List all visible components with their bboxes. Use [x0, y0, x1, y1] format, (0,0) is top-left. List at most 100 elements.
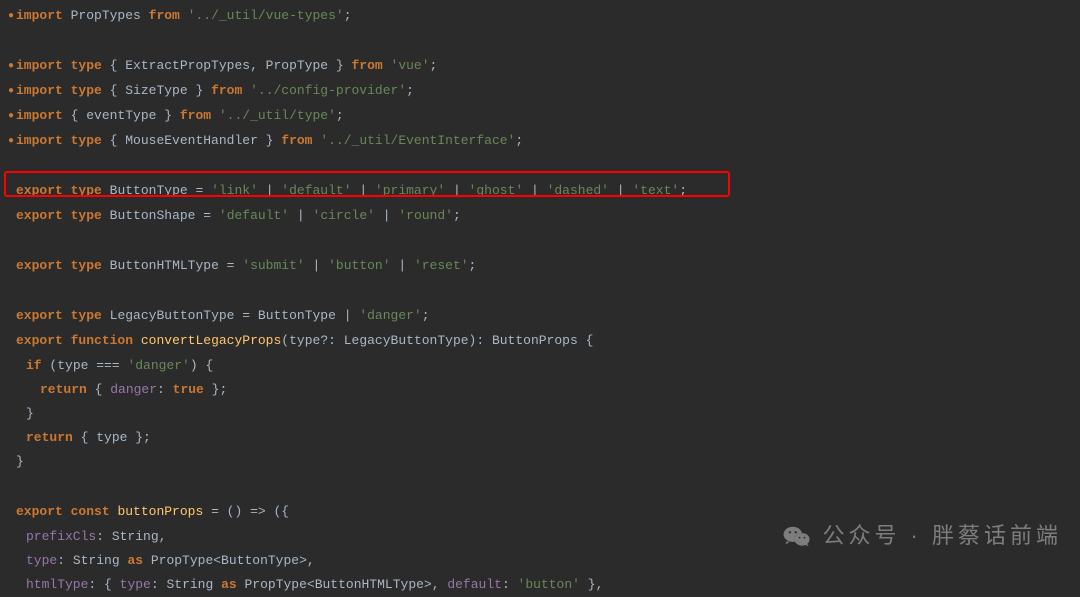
token-kw: function	[71, 333, 133, 348]
token-str: 'reset'	[414, 258, 469, 273]
token-kw: import	[16, 58, 63, 73]
token-kw: import	[16, 133, 63, 148]
code-line: return { type };	[4, 426, 1080, 450]
gutter-spacer	[8, 451, 16, 475]
token-str: 'text'	[632, 183, 679, 198]
token-punc: ;	[515, 133, 523, 148]
token-kw: type	[71, 258, 102, 273]
gutter-spacer	[8, 155, 16, 179]
token-plain	[102, 208, 110, 223]
token-plain: :	[502, 577, 518, 592]
gutter-spacer	[8, 476, 16, 500]
token-plain	[63, 333, 71, 348]
gutter-spacer	[8, 205, 16, 229]
token-plain	[63, 258, 71, 273]
token-plain: =	[219, 258, 242, 273]
token-kw: import	[16, 108, 63, 123]
code-line: htmlType: { type: String as PropType<But…	[4, 573, 1080, 597]
gutter-spacer	[8, 280, 16, 304]
token-plain: =	[188, 183, 211, 198]
code-line: export type ButtonType = 'link' | 'defau…	[4, 179, 1080, 204]
token-plain: };	[204, 382, 227, 397]
token-str: 'button'	[518, 577, 580, 592]
token-plain: |	[289, 208, 312, 223]
token-bool: true	[173, 382, 204, 397]
modified-marker-icon: ●	[8, 80, 16, 104]
token-plain	[102, 258, 110, 273]
token-plain: }	[16, 454, 24, 469]
token-str: 'primary'	[375, 183, 445, 198]
token-punc: ;	[422, 308, 430, 323]
token-str: 'link'	[211, 183, 258, 198]
token-prop: danger	[110, 382, 157, 397]
token-str: '../_util/type'	[219, 108, 336, 123]
token-plain: : String	[57, 553, 127, 568]
token-str: 'vue'	[391, 58, 430, 73]
token-str: 'submit'	[242, 258, 304, 273]
code-line	[4, 229, 1080, 254]
token-plain: { ExtractPropTypes, PropType }	[102, 58, 352, 73]
token-str: 'ghost'	[469, 183, 524, 198]
code-line: ●import type { ExtractPropTypes, PropTyp…	[4, 54, 1080, 79]
token-plain: |	[305, 258, 328, 273]
token-str: 'round'	[398, 208, 453, 223]
token-plain: type	[96, 430, 127, 445]
token-plain: { SizeType }	[102, 83, 211, 98]
token-str: 'circle'	[313, 208, 375, 223]
gutter-spacer	[8, 305, 16, 329]
token-type-name: ButtonHTMLType	[110, 258, 219, 273]
token-plain: PropType<ButtonHTMLType>,	[237, 577, 448, 592]
token-plain: :	[157, 382, 173, 397]
token-kw: return	[40, 382, 87, 397]
gutter-spacer	[8, 180, 16, 204]
token-punc: ;	[406, 83, 414, 98]
wechat-icon	[782, 521, 812, 551]
token-plain: type	[57, 358, 88, 373]
token-kw: if	[26, 358, 42, 373]
token-str: 'danger'	[127, 358, 189, 373]
code-line	[4, 29, 1080, 54]
token-plain: |	[609, 183, 632, 198]
token-plain: { eventType }	[63, 108, 180, 123]
code-line: ●import { eventType } from '../_util/typ…	[4, 104, 1080, 129]
watermark-text: 公众号 · 胖蔡话前端	[822, 524, 1062, 548]
token-plain: |	[352, 183, 375, 198]
token-plain	[16, 283, 24, 298]
gutter-spacer	[8, 330, 16, 354]
token-kw: from	[149, 8, 180, 23]
code-line: }	[4, 402, 1080, 426]
token-kw: export	[16, 504, 63, 519]
code-line: ●import PropTypes from '../_util/vue-typ…	[4, 4, 1080, 29]
token-kw: return	[26, 430, 73, 445]
token-type-name: ButtonType	[110, 183, 188, 198]
token-punc: ;	[469, 258, 477, 273]
token-plain	[16, 33, 24, 48]
token-plain	[63, 308, 71, 323]
token-plain: (	[42, 358, 58, 373]
token-punc: ;	[344, 8, 352, 23]
modified-marker-icon: ●	[8, 55, 16, 79]
token-str: 'danger'	[359, 308, 421, 323]
token-plain: ) {	[190, 358, 213, 373]
token-plain: : LegacyButtonType): ButtonProps {	[328, 333, 593, 348]
token-plain: = ButtonType |	[234, 308, 359, 323]
token-plain: : String	[151, 577, 221, 592]
code-line: export type LegacyButtonType = ButtonTyp…	[4, 304, 1080, 329]
token-kw: as	[221, 577, 237, 592]
token-kw: type	[71, 58, 102, 73]
gutter-spacer	[8, 501, 16, 525]
token-str: '../_util/vue-types'	[188, 8, 344, 23]
token-plain	[63, 504, 71, 519]
token-kw: type	[71, 183, 102, 198]
token-plain: {	[87, 382, 110, 397]
token-plain	[63, 58, 71, 73]
modified-marker-icon: ●	[8, 105, 16, 129]
code-line: }	[4, 450, 1080, 475]
code-line	[4, 279, 1080, 304]
token-kw: as	[127, 553, 143, 568]
token-prop: prefixCls	[26, 529, 96, 544]
token-kw: export	[16, 333, 63, 348]
token-kw: import	[16, 83, 63, 98]
token-kw: from	[211, 83, 242, 98]
token-plain: =	[195, 208, 218, 223]
